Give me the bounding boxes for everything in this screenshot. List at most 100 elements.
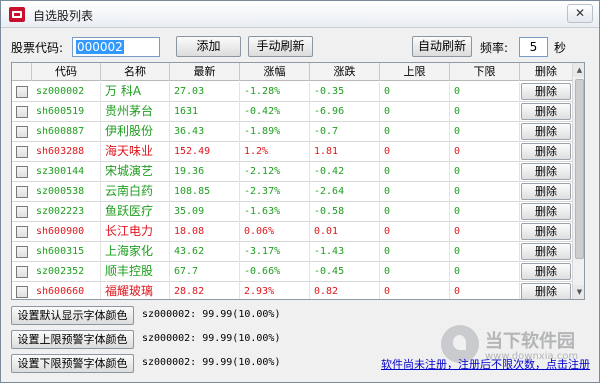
table-row[interactable]: sh600315 上海家化 43.62 -3.17% -1.43 0 0 删除: [12, 242, 572, 262]
row-checkbox[interactable]: [16, 226, 28, 238]
cell-code: sh600887: [32, 122, 101, 142]
register-link[interactable]: 软件尚未注册，注册后不限次数，点击注册: [381, 356, 590, 372]
row-checkbox[interactable]: [16, 166, 28, 178]
delete-row-button[interactable]: 删除: [521, 163, 571, 180]
header-upper[interactable]: 上限: [380, 63, 450, 81]
cell-pct: -1.89%: [240, 122, 310, 142]
upper-color-sample: sz000002: 99.99(10.00%): [142, 333, 281, 344]
stock-list-window: 自选股列表 ✕ 股票代码: 000002 添加 手动刷新 自动刷新 频率: 5 …: [0, 0, 600, 383]
table-row[interactable]: sz300144 宋城演艺 19.36 -2.12% -0.42 0 0 删除: [12, 162, 572, 182]
set-upper-color-button[interactable]: 设置上限预警字体颜色: [11, 330, 134, 349]
cell-pct: -3.17%: [240, 242, 310, 262]
title-bar[interactable]: 自选股列表 ✕: [1, 1, 599, 28]
cell-name: 鱼跃医疗: [101, 202, 170, 222]
cell-pct: -0.42%: [240, 102, 310, 122]
table-row[interactable]: sh603288 海天味业 152.49 1.2% 1.81 0 0 删除: [12, 142, 572, 162]
cell-pct: -1.28%: [240, 82, 310, 102]
row-checkbox[interactable]: [16, 186, 28, 198]
cell-upper: 0: [380, 222, 450, 242]
delete-row-button[interactable]: 删除: [521, 123, 571, 140]
header-code[interactable]: 代码: [32, 63, 101, 81]
table-row[interactable]: sh600519 贵州茅台 1631 -0.42% -6.96 0 0 删除: [12, 102, 572, 122]
header-checkbox-col: [12, 63, 32, 81]
cell-lower: 0: [450, 142, 520, 162]
row-checkbox[interactable]: [16, 146, 28, 158]
header-name[interactable]: 名称: [101, 63, 170, 81]
delete-row-button[interactable]: 删除: [521, 203, 571, 220]
set-lower-color-button[interactable]: 设置下限预警字体颜色: [11, 354, 134, 373]
delete-row-button[interactable]: 删除: [521, 143, 571, 160]
cell-price: 1631: [170, 102, 240, 122]
cell-code: sz300144: [32, 162, 101, 182]
row-checkbox[interactable]: [16, 266, 28, 278]
row-checkbox[interactable]: [16, 286, 28, 298]
delete-row-button[interactable]: 删除: [521, 183, 571, 200]
cell-lower: 0: [450, 122, 520, 142]
header-price[interactable]: 最新: [170, 63, 240, 81]
table-row[interactable]: sz002223 鱼跃医疗 35.09 -1.63% -0.58 0 0 删除: [12, 202, 572, 222]
row-checkbox[interactable]: [16, 106, 28, 118]
table-row[interactable]: sh600660 福耀玻璃 28.82 2.93% 0.82 0 0 删除: [12, 282, 572, 299]
header-delete[interactable]: 删除: [520, 63, 572, 81]
scroll-up-icon[interactable]: ▲: [573, 63, 584, 77]
cell-chg: 0.01: [310, 222, 380, 242]
cell-chg: 0.82: [310, 282, 380, 299]
close-button[interactable]: ✕: [567, 4, 593, 23]
stock-code-input[interactable]: 000002: [72, 37, 160, 57]
row-checkbox[interactable]: [16, 86, 28, 98]
cell-chg: -0.58: [310, 202, 380, 222]
scrollbar-thumb[interactable]: [575, 79, 584, 259]
cell-lower: 0: [450, 242, 520, 262]
cell-name: 顺丰控股: [101, 262, 170, 282]
delete-row-button[interactable]: 删除: [521, 103, 571, 120]
cell-code: sz000002: [32, 82, 101, 102]
row-checkbox[interactable]: [16, 126, 28, 138]
delete-row-button[interactable]: 删除: [521, 83, 571, 100]
cell-name: 贵州茅台: [101, 102, 170, 122]
cell-price: 67.7: [170, 262, 240, 282]
auto-refresh-button[interactable]: 自动刷新: [412, 36, 472, 57]
delete-row-button[interactable]: 删除: [521, 263, 571, 280]
row-checkbox[interactable]: [16, 206, 28, 218]
cell-lower: 0: [450, 102, 520, 122]
cell-upper: 0: [380, 82, 450, 102]
cell-code: sh600315: [32, 242, 101, 262]
table-row[interactable]: sh600900 长江电力 18.08 0.06% 0.01 0 0 删除: [12, 222, 572, 242]
cell-chg: -2.64: [310, 182, 380, 202]
frequency-input[interactable]: 5: [519, 37, 548, 57]
cell-code: sh600660: [32, 282, 101, 299]
cell-price: 18.08: [170, 222, 240, 242]
cell-upper: 0: [380, 142, 450, 162]
header-lower[interactable]: 下限: [450, 63, 520, 81]
scroll-down-icon[interactable]: ▼: [573, 285, 584, 299]
cell-code: sz002352: [32, 262, 101, 282]
header-pct[interactable]: 涨幅: [240, 63, 310, 81]
delete-row-button[interactable]: 删除: [521, 243, 571, 260]
app-logo-icon: [9, 7, 25, 22]
stock-table: 代码 名称 最新 涨幅 涨跌 上限 下限 删除 sz000002 万 科A 27.0…: [11, 62, 585, 300]
table-row[interactable]: sh600887 伊利股份 36.43 -1.89% -0.7 0 0 删除: [12, 122, 572, 142]
cell-lower: 0: [450, 162, 520, 182]
table-row[interactable]: sz000538 云南白药 108.85 -2.37% -2.64 0 0 删除: [12, 182, 572, 202]
cell-name: 福耀玻璃: [101, 282, 170, 299]
cell-code: sz002223: [32, 202, 101, 222]
cell-price: 28.82: [170, 282, 240, 299]
manual-refresh-button[interactable]: 手动刷新: [248, 36, 313, 57]
set-default-color-button[interactable]: 设置默认显示字体颜色: [11, 306, 134, 325]
delete-row-button[interactable]: 删除: [521, 223, 571, 240]
header-chg[interactable]: 涨跌: [310, 63, 380, 81]
cell-chg: -6.96: [310, 102, 380, 122]
stock-code-value: 000002: [76, 40, 124, 54]
watermark-name: 当下软件园: [485, 331, 575, 352]
delete-row-button[interactable]: 删除: [521, 283, 571, 299]
cell-price: 152.49: [170, 142, 240, 162]
default-color-sample: sz000002: 99.99(10.00%): [142, 309, 281, 320]
vertical-scrollbar[interactable]: ▲ ▼: [572, 63, 584, 299]
table-row[interactable]: sz000002 万 科A 27.03 -1.28% -0.35 0 0 删除: [12, 82, 572, 102]
lower-color-sample: sz000002: 99.99(10.00%): [142, 357, 281, 368]
cell-name: 上海家化: [101, 242, 170, 262]
add-button[interactable]: 添加: [176, 36, 241, 57]
cell-name: 伊利股份: [101, 122, 170, 142]
row-checkbox[interactable]: [16, 246, 28, 258]
table-row[interactable]: sz002352 顺丰控股 67.7 -0.66% -0.45 0 0 删除: [12, 262, 572, 282]
